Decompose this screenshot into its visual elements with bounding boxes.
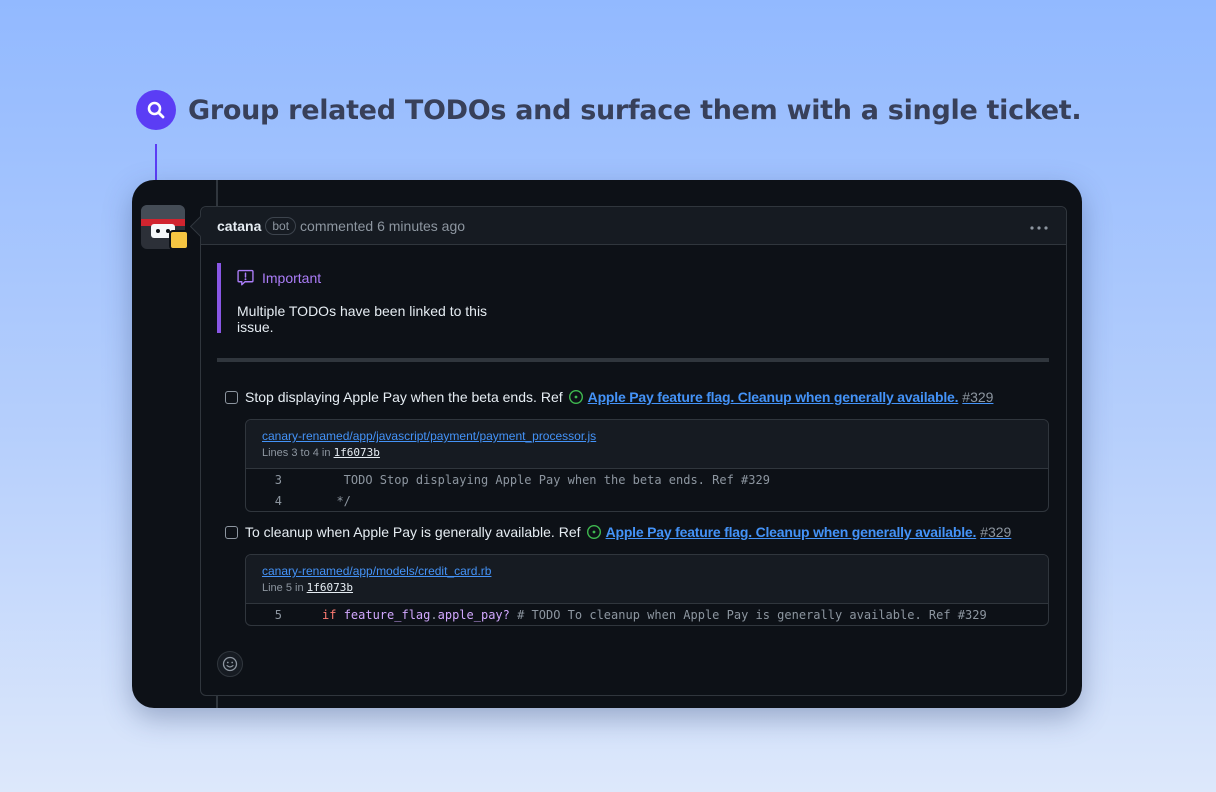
issue-link[interactable]: Apple Pay feature flag. Cleanup when gen… bbox=[606, 524, 977, 540]
line-number[interactable]: 4 bbox=[246, 494, 282, 508]
code-keyword: if bbox=[322, 607, 337, 622]
task-checkbox[interactable] bbox=[225, 390, 238, 404]
file-path-link[interactable]: canary-renamed/app/models/credit_card.rb bbox=[262, 564, 1032, 578]
line-number[interactable]: 5 bbox=[246, 608, 282, 622]
task-text: To cleanup when Apple Pay is generally a… bbox=[245, 524, 555, 540]
code-line: 3 TODO Stop displaying Apple Pay when th… bbox=[246, 469, 1048, 490]
code-text: */ bbox=[322, 493, 351, 508]
issue-link[interactable]: Apple Pay feature flag. Cleanup when gen… bbox=[588, 389, 959, 405]
task-item: To cleanup when Apple Pay is generally a… bbox=[225, 524, 1011, 540]
snippet-header: canary-renamed/app/models/credit_card.rb… bbox=[246, 555, 1048, 604]
add-reaction-button[interactable] bbox=[217, 651, 243, 677]
github-comment-panel: catana bot commented 6 minutes ago Impor… bbox=[132, 180, 1082, 708]
task-ref-label: Ref bbox=[540, 389, 563, 405]
feature-headline: Group related TODOs and surface them wit… bbox=[188, 94, 1082, 126]
bot-label: bot bbox=[265, 216, 297, 235]
comment-box: catana bot commented 6 minutes ago Impor… bbox=[200, 206, 1067, 696]
snippet-header: canary-renamed/app/javascript/payment/pa… bbox=[246, 420, 1048, 469]
code-method: feature_flag bbox=[343, 607, 431, 622]
code-text: if feature_flag.apple_pay? # TODO To cle… bbox=[322, 608, 987, 622]
file-path-link[interactable]: canary-renamed/app/javascript/payment/pa… bbox=[262, 429, 1032, 443]
code-text: TODO Stop displaying Apple Pay when the … bbox=[322, 472, 770, 487]
commit-sha-link[interactable]: 1f6073b bbox=[334, 446, 380, 459]
line-number[interactable]: 3 bbox=[246, 473, 282, 487]
task-checkbox[interactable] bbox=[225, 525, 238, 539]
comment-timestamp[interactable]: commented 6 minutes ago bbox=[300, 218, 465, 234]
code-dot: . bbox=[430, 607, 438, 622]
code-method: apple_pay? bbox=[437, 607, 510, 622]
app-badge-icon bbox=[169, 230, 189, 250]
task-item: Stop displaying Apple Pay when the beta … bbox=[225, 389, 993, 405]
lines-label: Lines 3 to 4 in bbox=[262, 447, 331, 459]
task-ref-label: Ref bbox=[558, 524, 581, 540]
divider bbox=[217, 358, 1049, 362]
feature-headline-row: Group related TODOs and surface them wit… bbox=[136, 90, 1082, 130]
code-line: 5 if feature_flag.apple_pay? # TODO To c… bbox=[246, 604, 1048, 625]
code-line: 4 */ bbox=[246, 490, 1048, 511]
code-snippet: canary-renamed/app/models/credit_card.rb… bbox=[245, 554, 1049, 626]
comment-author[interactable]: catana bbox=[217, 218, 261, 234]
search-icon bbox=[136, 90, 176, 130]
callout-title: Important bbox=[262, 269, 322, 286]
issue-number[interactable]: #329 bbox=[980, 524, 1011, 540]
snippet-lines: Line 5 in 1f6073b bbox=[262, 581, 1032, 594]
task-text: Stop displaying Apple Pay when the beta … bbox=[245, 389, 537, 405]
smiley-icon bbox=[222, 656, 238, 672]
important-callout: Important Multiple TODOs have been linke… bbox=[217, 263, 517, 335]
report-icon bbox=[237, 269, 254, 286]
callout-body: Multiple TODOs have been linked to this … bbox=[237, 303, 488, 335]
comment-header: catana bot commented 6 minutes ago bbox=[201, 207, 1066, 245]
snippet-lines: Lines 3 to 4 in 1f6073b bbox=[262, 446, 1032, 459]
issue-number[interactable]: #329 bbox=[962, 389, 993, 405]
issue-opened-icon bbox=[568, 389, 584, 405]
code-comment: # TODO To cleanup when Apple Pay is gene… bbox=[509, 607, 987, 622]
lines-label: Line 5 in bbox=[262, 582, 304, 594]
commit-sha-link[interactable]: 1f6073b bbox=[307, 581, 353, 594]
issue-opened-icon bbox=[586, 524, 602, 540]
code-snippet: canary-renamed/app/javascript/payment/pa… bbox=[245, 419, 1049, 512]
kebab-icon[interactable] bbox=[1030, 217, 1048, 231]
connector-line bbox=[155, 144, 157, 180]
callout-title-row: Important bbox=[237, 269, 517, 286]
